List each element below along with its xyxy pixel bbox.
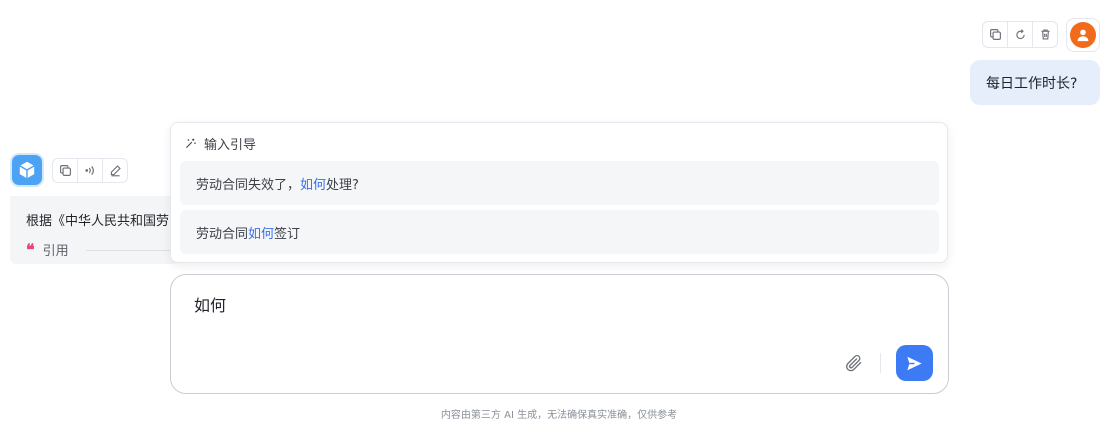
suggestion-highlight: 如何 — [248, 226, 275, 242]
suggestion-text: 签订 — [274, 226, 301, 242]
magic-wand-icon — [185, 138, 196, 149]
assistant-avatar — [12, 155, 42, 185]
suggestion-text: 劳动合同 — [196, 226, 249, 242]
delete-button[interactable] — [1032, 22, 1057, 47]
input-divider — [880, 353, 881, 373]
edit-icon — [110, 165, 121, 177]
suggestion-text: 处理? — [326, 177, 359, 193]
user-avatar-circle — [1070, 22, 1096, 48]
suggestion-highlight: 如何 — [300, 177, 327, 193]
copy-button[interactable] — [53, 159, 77, 182]
suggestion-item[interactable]: 劳动合同失效了， 如何 处理? — [180, 161, 939, 205]
suggestion-item[interactable]: 劳动合同 如何 签订 — [180, 210, 939, 254]
copy-button[interactable] — [983, 22, 1007, 47]
user-icon — [1077, 29, 1089, 42]
send-icon — [907, 356, 922, 370]
user-message-actions — [982, 21, 1058, 48]
attach-button[interactable] — [843, 351, 865, 375]
regenerate-button[interactable] — [1007, 22, 1032, 47]
user-avatar — [1066, 18, 1100, 52]
ai-disclaimer: 内容由第三方 AI 生成，无法确保真实准确，仅供参考 — [440, 410, 678, 421]
user-message-bubble: 每日工作时长? — [970, 60, 1100, 105]
send-button[interactable] — [896, 345, 933, 381]
suggestion-text: 劳动合同失效了， — [196, 177, 301, 193]
edit-button[interactable] — [102, 159, 127, 182]
suggestion-title: 输入引导 — [204, 138, 257, 153]
input-suggestion-popover: 输入引导 劳动合同失效了， 如何 处理? 劳动合同 如何 签订 — [170, 122, 948, 263]
trash-icon — [1040, 29, 1050, 40]
citation-toggle[interactable]: ❝ 引用 — [26, 240, 69, 259]
assistant-message-actions — [52, 158, 128, 183]
citation-divider — [86, 250, 180, 251]
chat-input-box[interactable]: 如何 — [170, 274, 949, 394]
suggestion-header: 输入引导 — [185, 134, 256, 153]
quote-icon: ❝ — [26, 239, 35, 259]
copy-icon — [59, 165, 71, 176]
citation-label: 引用 — [42, 244, 69, 259]
paperclip-icon — [846, 354, 862, 372]
assistant-message-text: 根据《中华人民共和国劳 — [26, 214, 170, 229]
read-aloud-button[interactable] — [77, 159, 102, 182]
assistant-message-bubble: 根据《中华人民共和国劳 ❝ 引用 — [10, 196, 180, 264]
copy-icon — [989, 29, 1001, 40]
chat-input-text[interactable]: 如何 — [194, 292, 226, 316]
refresh-icon — [1015, 29, 1025, 40]
cube-icon — [19, 161, 35, 179]
broadcast-icon — [85, 166, 94, 175]
